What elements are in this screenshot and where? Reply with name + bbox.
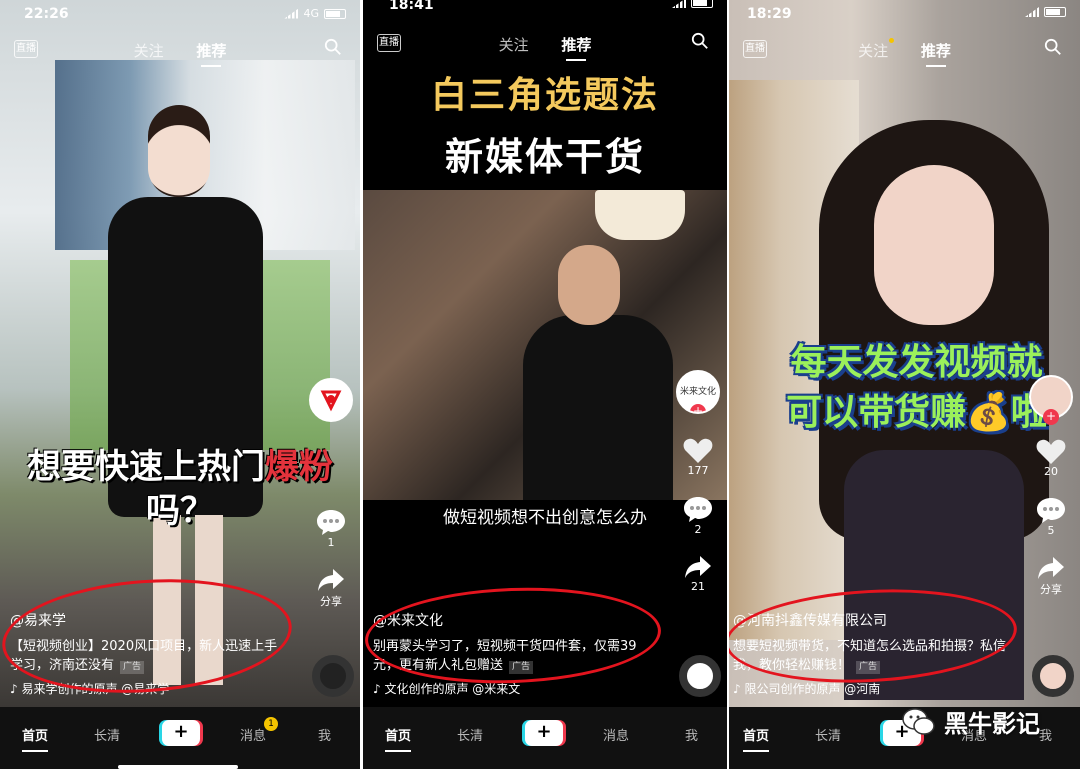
- video-panel-1[interactable]: 22:26 4G 直播 关注 推荐 想要快速上热门爆粉 吗？ 1 分享 @易来学…: [0, 0, 360, 769]
- share-button[interactable]: 分享: [1028, 555, 1074, 597]
- tab-recommend[interactable]: 推荐: [921, 40, 951, 67]
- tab-following[interactable]: 关注: [499, 34, 529, 55]
- battery-icon: [1044, 7, 1066, 17]
- right-rail: + 20 5 分享: [1028, 375, 1074, 597]
- heart-icon: [1036, 439, 1066, 464]
- battery-icon: [691, 0, 713, 8]
- tab-recommend[interactable]: 推荐: [561, 34, 591, 61]
- tab-me[interactable]: 我: [318, 725, 331, 744]
- search-icon[interactable]: [1044, 38, 1062, 56]
- wechat-icon: [902, 707, 935, 735]
- tab-local[interactable]: 长清: [815, 725, 841, 744]
- status-time: 18:29: [747, 6, 792, 22]
- new-dot-icon: [889, 38, 895, 43]
- tab-home[interactable]: 首页: [385, 725, 412, 752]
- music-disc[interactable]: [312, 655, 354, 697]
- follow-plus-icon: +: [690, 404, 706, 412]
- comment-count: 1: [327, 536, 335, 549]
- tab-messages[interactable]: 消息: [603, 725, 629, 744]
- comment-icon: [1037, 498, 1065, 523]
- tab-me[interactable]: 我: [1039, 725, 1052, 744]
- network-label: 4G: [303, 7, 319, 20]
- signal-icon: [1025, 7, 1039, 17]
- share-icon: [318, 569, 344, 591]
- tab-local[interactable]: 长清: [457, 725, 483, 744]
- heart-icon: [683, 438, 713, 463]
- top-nav: 直播 关注 推荐: [729, 36, 1080, 67]
- video-caption: 想要快速上热门爆粉 吗？: [27, 447, 333, 531]
- tab-messages[interactable]: 消息 1: [240, 717, 279, 744]
- right-rail: 1 分享: [308, 378, 354, 609]
- creator-avatar[interactable]: [309, 378, 353, 422]
- video-caption: 做短视频想不出创意怎么办: [443, 508, 647, 528]
- status-time: 22:26: [24, 6, 69, 22]
- tab-home[interactable]: 首页: [743, 725, 770, 752]
- creator-avatar[interactable]: +: [1029, 375, 1073, 425]
- like-button[interactable]: 177: [675, 436, 721, 477]
- video-panel-3[interactable]: 18:29 直播 关注 推荐 每天发发视频就 可以带货赚💰啦 + 20 5 分享 …: [729, 0, 1080, 769]
- status-time: 18:41: [389, 0, 434, 13]
- tab-following[interactable]: 关注: [858, 38, 895, 61]
- share-label: 分享: [1040, 583, 1062, 596]
- bottom-tab-bar: 首页 长清 + 消息 1 我: [0, 707, 360, 769]
- share-count: 21: [691, 580, 705, 593]
- music-credit[interactable]: ♪ 限公司创作的原声 @河南: [733, 680, 880, 697]
- comment-icon: [684, 497, 712, 522]
- like-button[interactable]: 20: [1028, 437, 1074, 478]
- watermark: 黑牛影记: [902, 704, 1040, 739]
- bottom-tab-bar: 首页 长清 + 消息 我: [363, 707, 727, 769]
- follow-plus-icon: +: [1043, 409, 1059, 425]
- top-nav: 直播 关注 推荐: [0, 36, 360, 67]
- search-icon[interactable]: [324, 38, 342, 56]
- signal-icon: [284, 8, 299, 19]
- presenter-figure: [523, 245, 673, 505]
- status-bar: 22:26 4G: [0, 0, 360, 28]
- search-icon[interactable]: [691, 32, 709, 50]
- tab-me[interactable]: 我: [685, 725, 698, 744]
- signal-icon: [672, 0, 686, 8]
- lamp-shape: [595, 190, 685, 240]
- video-title: 白三角选题法: [430, 75, 659, 116]
- comment-count: 5: [1047, 524, 1055, 537]
- battery-icon: [324, 8, 346, 19]
- create-button[interactable]: +: [162, 720, 200, 746]
- share-icon: [685, 556, 711, 578]
- top-nav: 直播 关注 推荐: [363, 30, 727, 61]
- status-bar: 18:41: [363, 0, 727, 28]
- status-bar: 18:29: [729, 0, 1080, 28]
- music-disc[interactable]: [1032, 655, 1074, 697]
- share-label: 分享: [320, 595, 342, 608]
- like-count: 177: [687, 464, 709, 477]
- home-indicator: [118, 765, 238, 769]
- comment-button[interactable]: 2: [675, 495, 721, 536]
- comment-button[interactable]: 1: [308, 508, 354, 549]
- comment-icon: [317, 510, 345, 535]
- tab-recommend[interactable]: 推荐: [196, 40, 226, 67]
- video-subtitle: 新媒体干货: [444, 135, 645, 179]
- like-count: 20: [1044, 465, 1058, 478]
- watermark-text: 黑牛影记: [944, 710, 1040, 738]
- share-button[interactable]: 21: [675, 554, 721, 593]
- comment-button[interactable]: 5: [1028, 496, 1074, 537]
- tab-local[interactable]: 长清: [94, 725, 120, 744]
- music-disc[interactable]: [679, 655, 721, 697]
- tab-following[interactable]: 关注: [134, 40, 164, 61]
- comment-count: 2: [694, 523, 702, 536]
- right-rail: 米来文化 + 177 2 21: [675, 370, 721, 593]
- share-icon: [1038, 557, 1064, 579]
- video-panel-2[interactable]: 18:41 直播 关注 推荐 白三角选题法 新媒体干货 做短视频想不出创意怎么办…: [363, 0, 727, 769]
- tab-home[interactable]: 首页: [22, 725, 49, 752]
- share-button[interactable]: 分享: [308, 567, 354, 609]
- creator-avatar[interactable]: 米来文化 +: [676, 370, 720, 414]
- message-badge: 1: [264, 717, 279, 731]
- create-button[interactable]: +: [525, 720, 563, 746]
